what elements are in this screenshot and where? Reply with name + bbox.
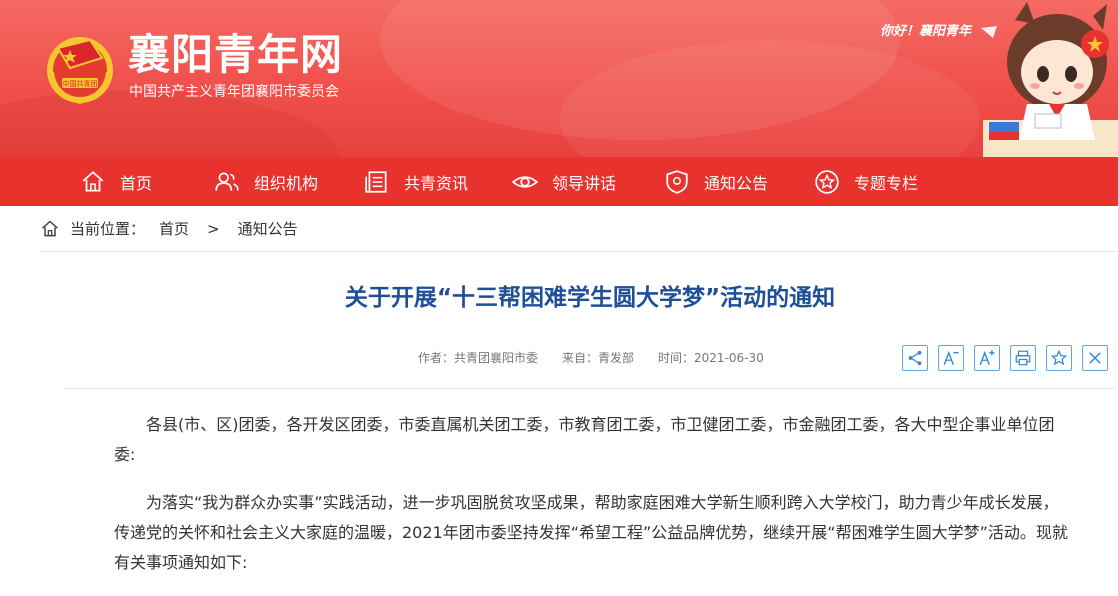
print-icon [1015,350,1031,366]
font-increase-icon [979,350,995,365]
article-author: 作者：共青团襄阳市委 [418,351,539,365]
nav-item-leader-speech[interactable]: 领导讲话 [512,157,616,206]
article-paragraph: 为落实“我为群众办实事”实践活动，进一步巩固脱贫攻坚成果，帮助家庭困难大学新生顺… [114,493,1068,572]
greeting-text: 你好！襄阳青年 [880,24,972,39]
breadcrumb-prefix: 当前位置： [70,220,146,238]
people-icon [215,171,239,191]
site-banner: 中国共青团 襄阳青年网 中国共产主义青年团襄阳市委员会 你好！襄阳青年 [0,0,1118,157]
nav-label: 组织机构 [254,173,319,193]
favorite-button[interactable] [1046,345,1072,371]
breadcrumb-separator: > [207,219,220,238]
mascot-illustration [981,2,1118,157]
close-button[interactable] [1082,345,1108,371]
nav-label: 首页 [120,173,153,193]
article-toolbar [902,345,1108,371]
share-icon [908,350,922,366]
article-body: 各县(市、区)团委，各开发区团委，市委直属机关团工委，市教育团工委，市卫健团工委… [114,410,1070,596]
star-badge-icon [815,169,839,194]
home-icon [82,170,104,192]
breadcrumb: 当前位置： 首页 > 通知公告 [40,206,1118,252]
main-nav: 首页 组织机构 共青资讯 领导讲话 通知公告 专题专栏 [0,157,1118,206]
nav-label: 专题专栏 [854,173,919,193]
youth-league-emblem-icon[interactable]: 中国共青团 [40,28,120,108]
article-time: 时间：2021-06-30 [658,351,764,365]
favorite-icon [1050,349,1068,366]
article-title: 关于开展“十三帮困难学生圆大学梦”活动的通知 [344,285,836,311]
font-decrease-icon [943,350,959,365]
print-button[interactable] [1010,345,1036,371]
nav-item-news[interactable]: 共青资讯 [364,157,468,206]
close-icon [1089,352,1101,364]
breadcrumb-home-link[interactable]: 首页 [159,218,189,239]
nav-label: 通知公告 [704,173,769,193]
site-subtitle: 中国共产主义青年团襄阳市委员会 [129,84,339,100]
content-divider [64,388,1114,389]
font-decrease-button[interactable] [938,345,964,371]
article-meta: 作者：共青团襄阳市委 来自：青发部 时间：2021-06-30 [418,349,764,367]
nav-label: 共青资讯 [404,173,469,193]
nav-item-special-topics[interactable]: 专题专栏 [814,157,918,206]
breadcrumb-current[interactable]: 通知公告 [238,218,298,239]
home-icon [42,219,58,236]
article-paragraph: 各县(市、区)团委，各开发区团委，市委直属机关团工委，市教育团工委，市卫健团工委… [114,415,1055,464]
nav-item-organization[interactable]: 组织机构 [214,157,318,206]
nav-item-notices[interactable]: 通知公告 [664,157,768,206]
shield-icon [666,169,688,194]
font-increase-button[interactable] [974,345,1000,371]
nav-item-home[interactable]: 首页 [80,157,152,206]
news-icon [365,170,387,193]
share-button[interactable] [902,345,928,371]
emblem-text: 中国共青团 [63,79,98,88]
site-title[interactable]: 襄阳青年网 [128,30,343,80]
article-source: 来自：青发部 [562,351,635,365]
nav-label: 领导讲话 [552,173,617,193]
eye-icon [512,175,538,188]
